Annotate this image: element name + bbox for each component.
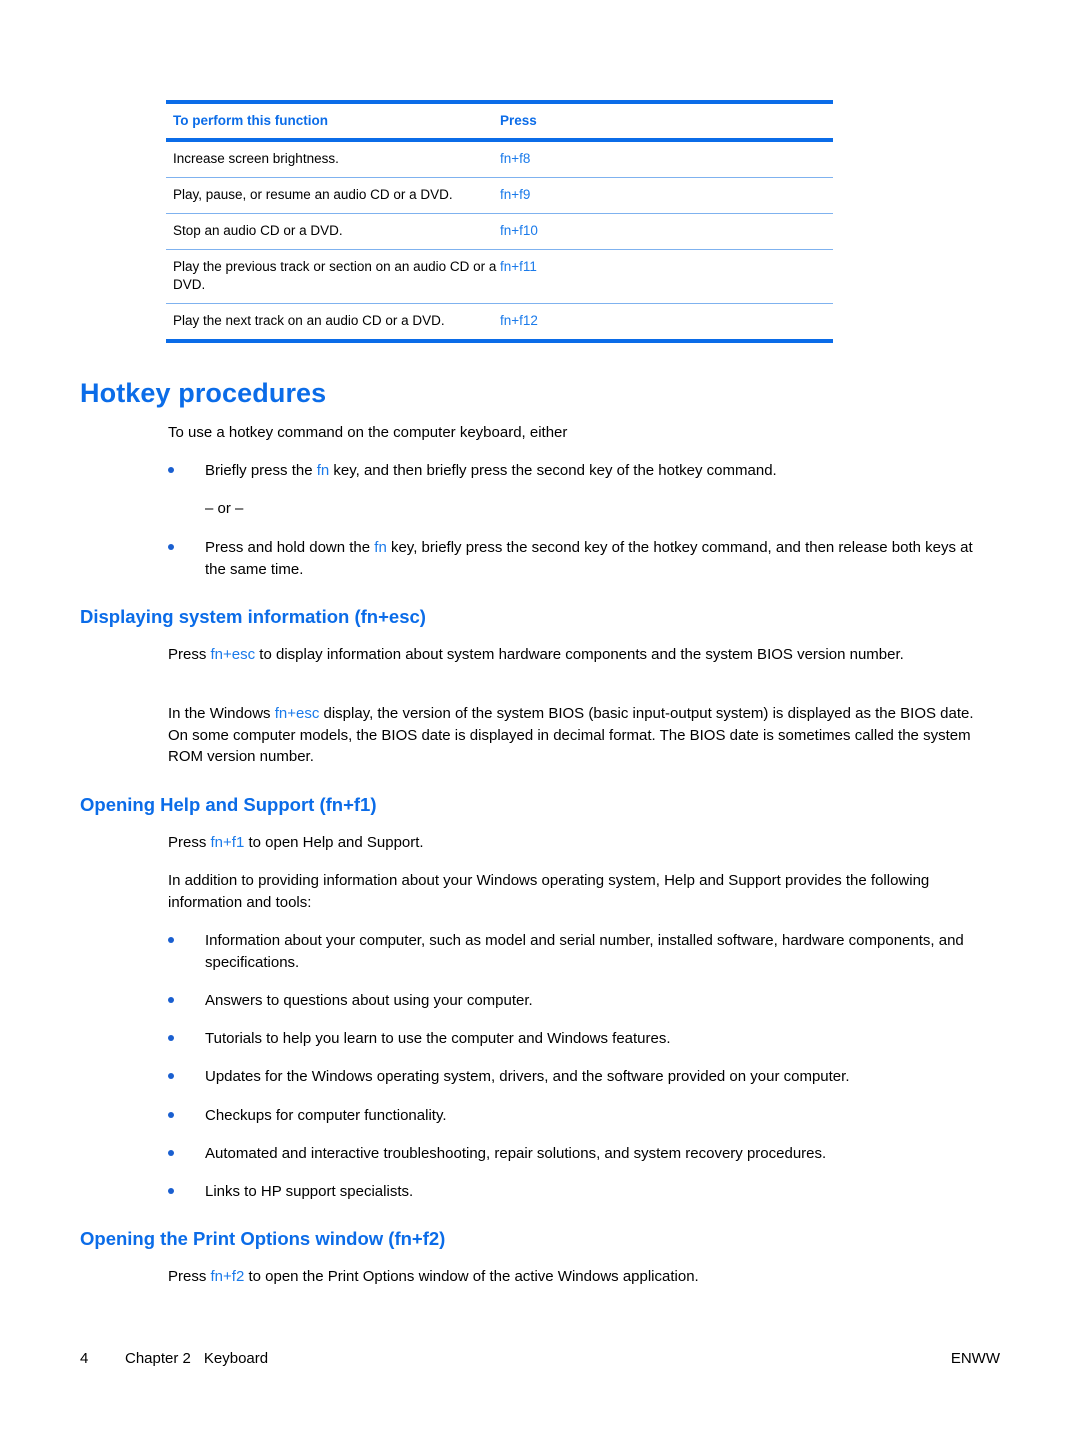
bullet-dot-icon bbox=[168, 997, 174, 1003]
help-support-paragraph-1: Press fn+f1 to open Help and Support. bbox=[168, 832, 992, 854]
table-header-row: To perform this function Press bbox=[166, 104, 833, 138]
section-heading-print-options: Opening the Print Options window (fn+f2) bbox=[80, 1228, 446, 1249]
footer-left-group: 4 Chapter 2 Keyboard bbox=[80, 1349, 268, 1369]
list-item: Tutorials to help you learn to use the c… bbox=[168, 1028, 992, 1050]
list-item: Links to HP support specialists. bbox=[168, 1181, 992, 1203]
paragraph-text-pre: Press bbox=[168, 834, 211, 851]
list-item-text-pre: Briefly press the bbox=[205, 462, 317, 479]
footer-locale-code: ENWW bbox=[950, 1350, 1000, 1367]
document-page: To perform this function Press Increase … bbox=[0, 0, 1080, 1437]
bullet-dot-icon bbox=[168, 937, 174, 943]
section-heading-system-information: Displaying system information (fn+esc) bbox=[80, 606, 426, 627]
table-cell-function: Increase screen brightness. bbox=[173, 151, 339, 166]
hotkey-intro-paragraph: To use a hotkey command on the computer … bbox=[168, 424, 568, 441]
page-footer: 4 Chapter 2 Keyboard ENWW bbox=[80, 1349, 1000, 1369]
footer-chapter-title: Keyboard bbox=[203, 1350, 269, 1367]
list-item: Answers to questions about using your co… bbox=[168, 990, 992, 1012]
table-cell-press: fn+f11 bbox=[500, 259, 537, 274]
list-item-text-pre: Press and hold down the bbox=[205, 539, 375, 556]
key-reference: fn bbox=[374, 539, 387, 556]
list-item: Automated and interactive troubleshootin… bbox=[168, 1143, 992, 1165]
table-header-function: To perform this function bbox=[173, 113, 328, 128]
table-cell-function: Play the previous track or section on an… bbox=[173, 259, 497, 292]
table-row: Play the next track on an audio CD or a … bbox=[166, 304, 833, 339]
list-item-text: Updates for the Windows operating system… bbox=[205, 1068, 850, 1085]
list-item-text: Information about your computer, such as… bbox=[205, 932, 964, 971]
help-support-paragraph-2: In addition to providing information abo… bbox=[168, 872, 930, 911]
key-reference: fn+f1 bbox=[210, 834, 245, 851]
paragraph-text-pre: In the Windows bbox=[168, 705, 275, 722]
list-item: Checkups for computer functionality. bbox=[168, 1105, 992, 1127]
list-item: Information about your computer, such as… bbox=[168, 930, 992, 973]
table-header-press: Press bbox=[500, 113, 537, 128]
paragraph-text-post: to open Help and Support. bbox=[244, 834, 424, 851]
table-cell-function: Stop an audio CD or a DVD. bbox=[173, 223, 343, 238]
list-item: Briefly press the fn key, and then brief… bbox=[168, 460, 992, 482]
paragraph-text-pre: Press bbox=[168, 1268, 211, 1285]
table-row: Play, pause, or resume an audio CD or a … bbox=[166, 178, 833, 213]
paragraph-text-pre: Press bbox=[168, 646, 211, 663]
list-item-text: Answers to questions about using your co… bbox=[205, 992, 533, 1009]
footer-page-number: 4 bbox=[80, 1350, 89, 1367]
table-cell-press: fn+f10 bbox=[500, 223, 538, 238]
system-information-paragraph-1: Press fn+esc to display information abou… bbox=[168, 644, 992, 666]
key-reference: fn+esc bbox=[274, 705, 320, 722]
list-item-text: Links to HP support specialists. bbox=[205, 1183, 414, 1200]
table-cell-function: Play the next track on an audio CD or a … bbox=[173, 313, 445, 328]
key-reference: fn+esc bbox=[210, 646, 256, 663]
table-row: Play the previous track or section on an… bbox=[166, 250, 833, 303]
list-item-text: Tutorials to help you learn to use the c… bbox=[205, 1030, 671, 1047]
paragraph-text-post: to display information about system hard… bbox=[255, 646, 904, 663]
paragraph-text-post: to open the Print Options window of the … bbox=[244, 1268, 699, 1285]
list-item-text-post: key, and then briefly press the second k… bbox=[329, 462, 777, 479]
bullet-dot-icon bbox=[168, 544, 174, 550]
list-item-text: Automated and interactive troubleshootin… bbox=[205, 1145, 827, 1162]
table-cell-function: Play, pause, or resume an audio CD or a … bbox=[173, 187, 453, 202]
page-title-hotkey-procedures: Hotkey procedures bbox=[80, 378, 327, 408]
or-separator-text: – or – bbox=[205, 500, 244, 517]
bullet-dot-icon bbox=[168, 1188, 174, 1194]
bullet-dot-icon bbox=[168, 1150, 174, 1156]
key-reference: fn bbox=[316, 462, 330, 479]
table-cell-press: fn+f9 bbox=[500, 187, 531, 202]
print-options-paragraph-1: Press fn+f2 to open the Print Options wi… bbox=[168, 1266, 992, 1288]
bullet-dot-icon bbox=[168, 1073, 174, 1079]
bullet-dot-icon bbox=[168, 1112, 174, 1118]
table-row: Increase screen brightness. fn+f8 bbox=[166, 142, 833, 177]
list-item-text: Checkups for computer functionality. bbox=[205, 1107, 447, 1124]
table-cell-press: fn+f12 bbox=[500, 313, 538, 328]
table-row: Stop an audio CD or a DVD. fn+f10 bbox=[166, 214, 833, 249]
bullet-dot-icon bbox=[168, 1035, 174, 1041]
system-information-paragraph-2: In the Windows fn+esc display, the versi… bbox=[168, 703, 992, 768]
list-item: Press and hold down the fn key, briefly … bbox=[168, 537, 992, 580]
bullet-dot-icon bbox=[168, 467, 174, 473]
hotkey-table: To perform this function Press Increase … bbox=[166, 100, 833, 343]
list-item: Updates for the Windows operating system… bbox=[168, 1066, 992, 1088]
footer-chapter-number: Chapter 2 bbox=[125, 1350, 191, 1367]
table-bottom-rule bbox=[166, 339, 833, 343]
key-reference: fn+f2 bbox=[210, 1268, 245, 1285]
section-heading-help-and-support: Opening Help and Support (fn+f1) bbox=[80, 794, 377, 815]
table-cell-press: fn+f8 bbox=[500, 151, 531, 166]
